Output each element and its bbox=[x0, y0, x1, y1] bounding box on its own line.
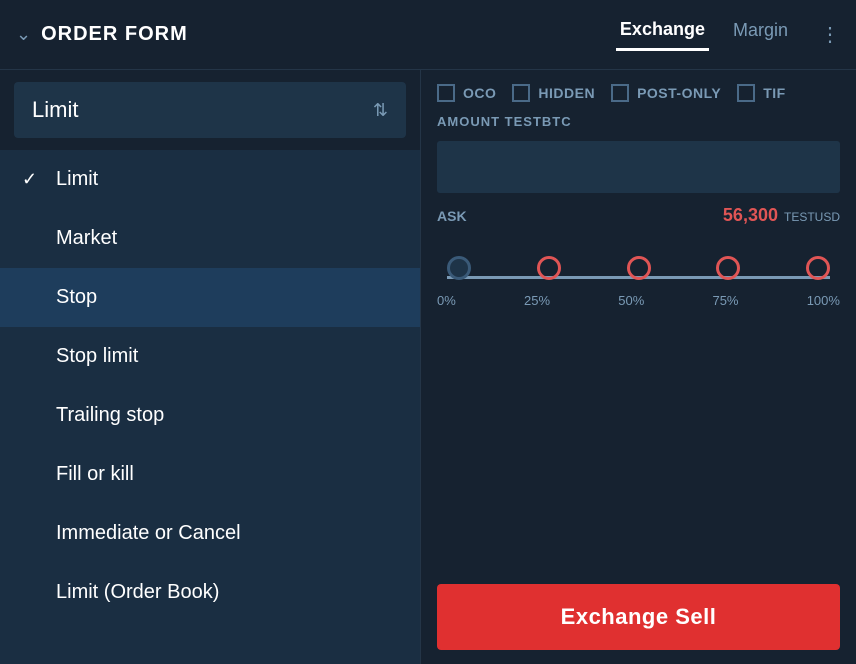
slider-track[interactable] bbox=[447, 276, 830, 279]
chevron-down-icon: ⌄ bbox=[16, 24, 31, 45]
ask-row: ASK 56,300 TESTUSD bbox=[437, 205, 840, 226]
dropdown-item-immediate-or-cancel[interactable]: Immediate or Cancel bbox=[0, 504, 420, 563]
checkbox-post-only-label: POST-ONLY bbox=[637, 85, 721, 101]
checkbox-hidden-label: HIDDEN bbox=[538, 85, 595, 101]
order-type-selector[interactable]: Limit ⇅ bbox=[14, 82, 406, 138]
checkbox-hidden[interactable]: HIDDEN bbox=[512, 84, 595, 102]
ask-value: 56,300 TESTUSD bbox=[723, 205, 840, 226]
ask-label: ASK bbox=[437, 208, 467, 224]
checkbox-oco-box[interactable] bbox=[437, 84, 455, 102]
amount-input-field[interactable] bbox=[437, 141, 840, 193]
checkbox-tif-label: TIF bbox=[763, 85, 786, 101]
dropdown-item-label: Trailing stop bbox=[56, 404, 164, 427]
header-title: ⌄ ORDER FORM bbox=[16, 23, 616, 46]
checkbox-post-only[interactable]: POST-ONLY bbox=[611, 84, 721, 102]
page-title: ORDER FORM bbox=[41, 23, 188, 46]
select-arrows-icon: ⇅ bbox=[373, 100, 388, 121]
slider-dot-25[interactable] bbox=[537, 256, 561, 280]
header: ⌄ ORDER FORM Exchange Margin ⋮ bbox=[0, 0, 856, 70]
dropdown-item-trailing-stop[interactable]: Trailing stop bbox=[0, 386, 420, 445]
order-type-dropdown: ✓ Limit Market Stop Stop limit bbox=[0, 150, 420, 664]
dropdown-item-limit-order-book[interactable]: Limit (Order Book) bbox=[0, 563, 420, 622]
tab-margin[interactable]: Margin bbox=[729, 20, 792, 49]
dropdown-item-label: Stop bbox=[56, 286, 97, 309]
header-tabs: Exchange Margin ⋮ bbox=[616, 19, 840, 51]
slider-dot-0[interactable] bbox=[447, 256, 471, 280]
dropdown-item-label: Limit bbox=[56, 168, 98, 191]
dropdown-item-stop[interactable]: Stop bbox=[0, 268, 420, 327]
dropdown-item-label: Fill or kill bbox=[56, 463, 134, 486]
ask-currency: TESTUSD bbox=[784, 210, 840, 224]
dropdown-item-label: Limit (Order Book) bbox=[56, 581, 219, 604]
checkbox-post-only-box[interactable] bbox=[611, 84, 629, 102]
ask-price: 56,300 bbox=[723, 205, 778, 226]
checkbox-tif[interactable]: TIF bbox=[737, 84, 786, 102]
more-icon[interactable]: ⋮ bbox=[820, 22, 840, 47]
checkbox-oco-label: OCO bbox=[463, 85, 496, 101]
amount-label: AMOUNT TESTBTC bbox=[437, 114, 840, 129]
dropdown-item-label: Stop limit bbox=[56, 345, 138, 368]
dropdown-item-limit[interactable]: ✓ Limit bbox=[0, 150, 420, 209]
slider-dot-75[interactable] bbox=[716, 256, 740, 280]
selected-order-type: Limit bbox=[32, 97, 78, 123]
checkbox-hidden-box[interactable] bbox=[512, 84, 530, 102]
dropdown-item-label: Market bbox=[56, 227, 117, 250]
checkboxes-row: OCO HIDDEN POST-ONLY TIF bbox=[437, 84, 840, 102]
checkmark-icon: ✓ bbox=[22, 169, 46, 190]
slider-dot-50[interactable] bbox=[627, 256, 651, 280]
checkbox-oco[interactable]: OCO bbox=[437, 84, 496, 102]
main-content: Limit ⇅ ✓ Limit Market Stop bbox=[0, 70, 856, 664]
amount-slider[interactable]: 0% 25% 50% 75% 100% bbox=[437, 238, 840, 316]
dropdown-item-market[interactable]: Market bbox=[0, 209, 420, 268]
order-form-container: ⌄ ORDER FORM Exchange Margin ⋮ Limit ⇅ ✓… bbox=[0, 0, 856, 664]
right-panel: OCO HIDDEN POST-ONLY TIF AMOUNT TESTBTC bbox=[420, 70, 856, 664]
slider-dot-100[interactable] bbox=[806, 256, 830, 280]
dropdown-item-fill-or-kill[interactable]: Fill or kill bbox=[0, 445, 420, 504]
checkbox-tif-box[interactable] bbox=[737, 84, 755, 102]
dropdown-item-stop-limit[interactable]: Stop limit bbox=[0, 327, 420, 386]
tab-exchange[interactable]: Exchange bbox=[616, 19, 709, 51]
dropdown-item-label: Immediate or Cancel bbox=[56, 522, 241, 545]
exchange-sell-button[interactable]: Exchange Sell bbox=[437, 584, 840, 650]
left-panel: Limit ⇅ ✓ Limit Market Stop bbox=[0, 70, 420, 664]
